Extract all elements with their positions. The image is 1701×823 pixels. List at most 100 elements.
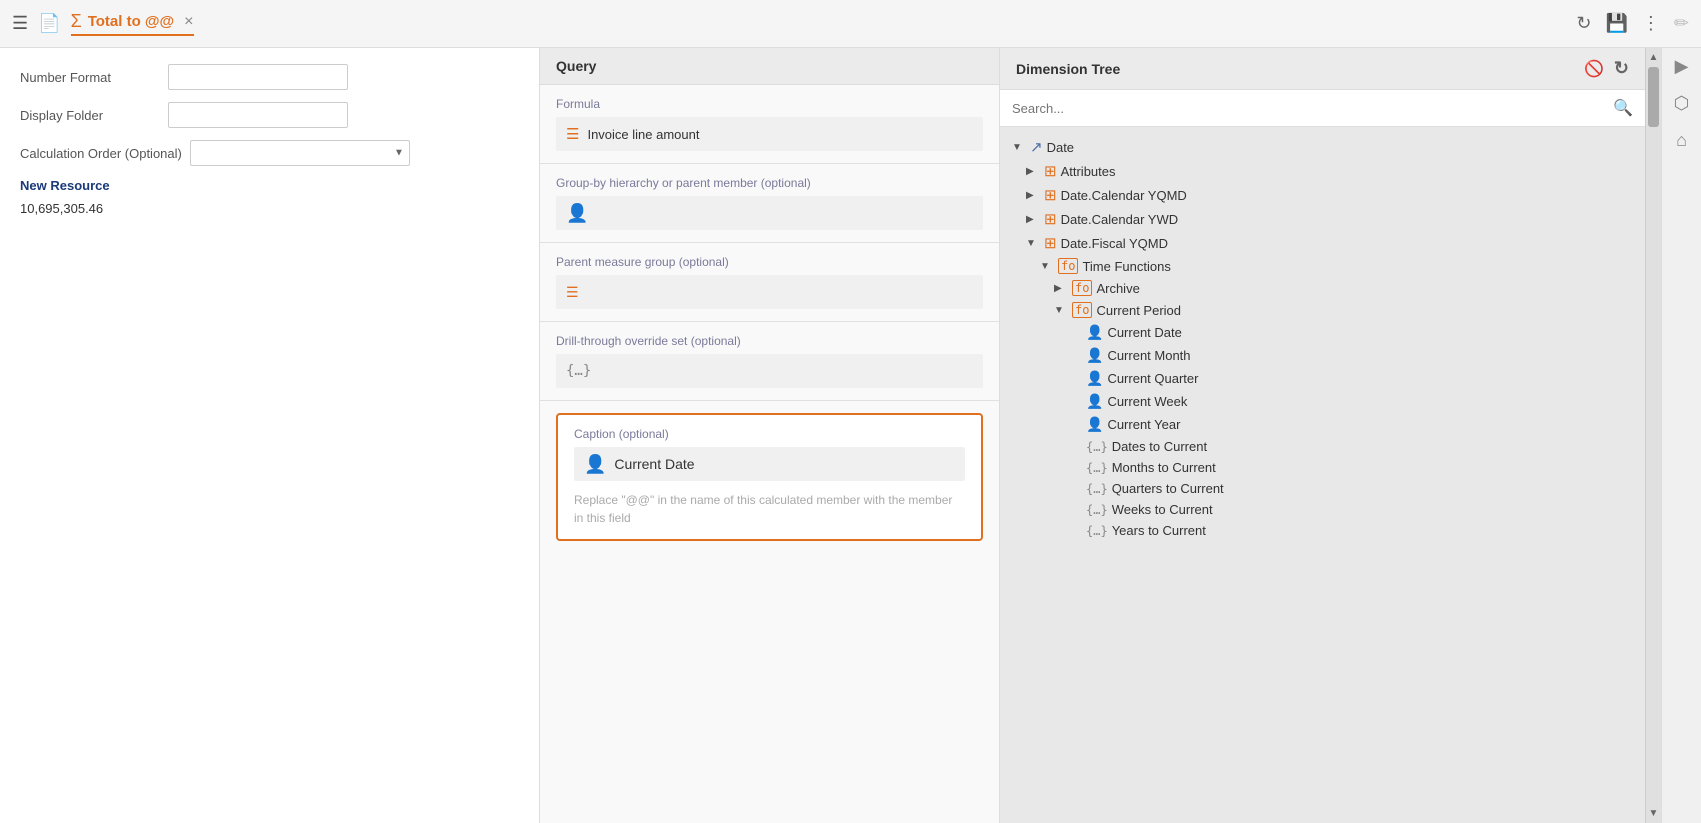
scrollbar: ▲ ▼ [1645,48,1661,823]
tree-node-label: Current Date [1107,325,1181,340]
active-tab[interactable]: Σ Total to @@ × [71,11,194,36]
tab-title: Total to @@ [88,13,174,30]
scroll-track [1646,67,1661,804]
drill-through-field[interactable]: {…} [556,354,983,388]
formula-value: Invoice line amount [587,127,699,142]
tree-node-label: Quarters to Current [1112,481,1224,496]
tree-node-icon: fo [1072,280,1092,296]
menu-icon[interactable]: ☰ [12,13,28,34]
side-icons-panel: ▶ ⬡ ⌂ [1661,48,1701,823]
calc-order-wrapper: ▼ [190,140,410,166]
tree-node-icon: 👤 [1086,347,1103,364]
tree-item[interactable]: ▼foTime Functions [1000,255,1645,277]
formula-icon: ☰ [566,125,579,143]
tree-item[interactable]: 👤 Current Month [1000,344,1645,367]
search-input[interactable] [1012,101,1607,116]
caption-field[interactable]: 👤 Current Date [574,447,965,481]
tab-close-button[interactable]: × [184,13,193,31]
tree-node-icon: {…} [1086,482,1108,496]
tree-item[interactable]: {…}Years to Current [1000,520,1645,541]
display-folder-label: Display Folder [20,108,160,123]
parent-measure-field[interactable]: ☰ [556,275,983,309]
refresh-tree-icon[interactable]: ↻ [1614,58,1629,79]
group-by-section: Group-by hierarchy or parent member (opt… [540,164,999,243]
tree-arrow-icon: ▼ [1026,238,1040,249]
tree-node-icon: fo [1072,302,1092,318]
search-icon[interactable]: 🔍 [1613,98,1633,118]
calc-order-select[interactable] [190,140,410,166]
tree-item[interactable]: ▶⊞Date.Calendar YQMD [1000,183,1645,207]
caption-section: Caption (optional) 👤 Current Date Replac… [556,413,983,541]
tree-node-label: Date [1047,140,1074,155]
tree-node-icon: 👤 [1086,370,1103,387]
top-bar: ☰ 📄 Σ Total to @@ × ↻ 💾 ⋮ ✏ [0,0,1701,48]
cube-icon[interactable]: ⬡ [1674,93,1690,114]
tree-item[interactable]: ▼foCurrent Period [1000,299,1645,321]
tree-item[interactable]: 👤Current Year [1000,413,1645,436]
tree-item[interactable]: {…}Weeks to Current [1000,499,1645,520]
tree-item[interactable]: ▼ ⊞ Date.Fiscal YQMD [1000,231,1645,255]
number-format-row: Number Format [20,64,519,90]
more-options-button[interactable]: ⋮ [1642,13,1660,34]
edit-button[interactable]: ✏ [1674,13,1689,34]
tree-arrow-icon: ▶ [1026,214,1040,225]
tree-node-label: Current Month [1107,348,1190,363]
tree-node-icon: {…} [1086,440,1108,454]
scroll-thumb[interactable] [1648,67,1659,127]
tree-node-label: Current Year [1107,417,1180,432]
right-area: Dimension Tree 🚫 ↻ 🔍 ▼↗Date▶⊞Attributes▶… [1000,48,1661,823]
calc-order-label: Calculation Order (Optional) [20,146,182,161]
group-by-field[interactable]: 👤 [556,196,983,230]
dimension-tree-icons: 🚫 ↻ [1584,58,1629,79]
tree-item[interactable]: ▼↗Date [1000,135,1645,159]
new-doc-icon[interactable]: 📄 [38,13,60,34]
tree-node-icon: ⊞ [1044,210,1057,228]
tree-node-icon: fo [1058,258,1078,274]
save-button[interactable]: 💾 [1605,13,1627,34]
parent-measure-section: Parent measure group (optional) ☰ [540,243,999,322]
tree-node-label: Months to Current [1112,460,1216,475]
formula-field[interactable]: ☰ Invoice line amount [556,117,983,151]
tree-arrow-icon: ▶ [1026,166,1040,177]
tree-node-label: Date.Fiscal YQMD [1061,236,1168,251]
home-icon[interactable]: ⌂ [1676,130,1687,151]
refresh-button[interactable]: ↻ [1576,13,1591,34]
tree-node-icon: ⊞ [1044,234,1057,252]
scroll-up-arrow[interactable]: ▲ [1645,48,1661,67]
drill-icon: {…} [566,363,591,379]
tree-node-label: Current Period [1096,303,1181,318]
tree-item[interactable]: 👤Current Quarter [1000,367,1645,390]
sigma-icon: Σ [71,11,82,32]
tree-item[interactable]: ▶⊞Date.Calendar YWD [1000,207,1645,231]
query-header: Query [540,48,999,85]
tree-item[interactable]: ▶⊞Attributes [1000,159,1645,183]
dimension-tree-panel: Dimension Tree 🚫 ↻ 🔍 ▼↗Date▶⊞Attributes▶… [1000,48,1645,823]
tree-node-icon: {…} [1086,524,1108,538]
tree-arrow-icon: ▶ [1054,283,1068,294]
tree-node-label: Current Week [1107,394,1187,409]
expand-right-icon[interactable]: ▶ [1675,56,1689,77]
hide-icon[interactable]: 🚫 [1584,59,1604,79]
tree-item[interactable]: 👤Current Week [1000,390,1645,413]
number-format-input[interactable] [168,64,348,90]
tree-item[interactable]: {…} Quarters to Current [1000,478,1645,499]
caption-member-icon: 👤 [584,454,606,475]
tree-arrow-icon: ▼ [1040,261,1054,272]
group-by-label: Group-by hierarchy or parent member (opt… [556,176,983,190]
tree-node-label: Archive [1096,281,1139,296]
tree-item[interactable]: {…}Months to Current [1000,457,1645,478]
tree-node-label: Date.Calendar YQMD [1061,188,1187,203]
tree-item[interactable]: {…}Dates to Current [1000,436,1645,457]
tree-arrow-icon: ▼ [1012,142,1026,153]
tree-node-icon: ⊞ [1044,162,1057,180]
formula-section: Formula ☰ Invoice line amount [540,85,999,164]
group-icon: 👤 [566,203,588,224]
tree-node-icon: ⊞ [1044,186,1057,204]
tree-item[interactable]: ▶ fo Archive [1000,277,1645,299]
calc-order-row: Calculation Order (Optional) ▼ [20,140,519,166]
tree-item[interactable]: 👤 Current Date [1000,321,1645,344]
scroll-down-arrow[interactable]: ▼ [1645,804,1661,823]
tree-node-icon: 👤 [1086,324,1103,341]
display-folder-input[interactable] [168,102,348,128]
left-panel: Number Format Display Folder Calculation… [0,48,540,823]
